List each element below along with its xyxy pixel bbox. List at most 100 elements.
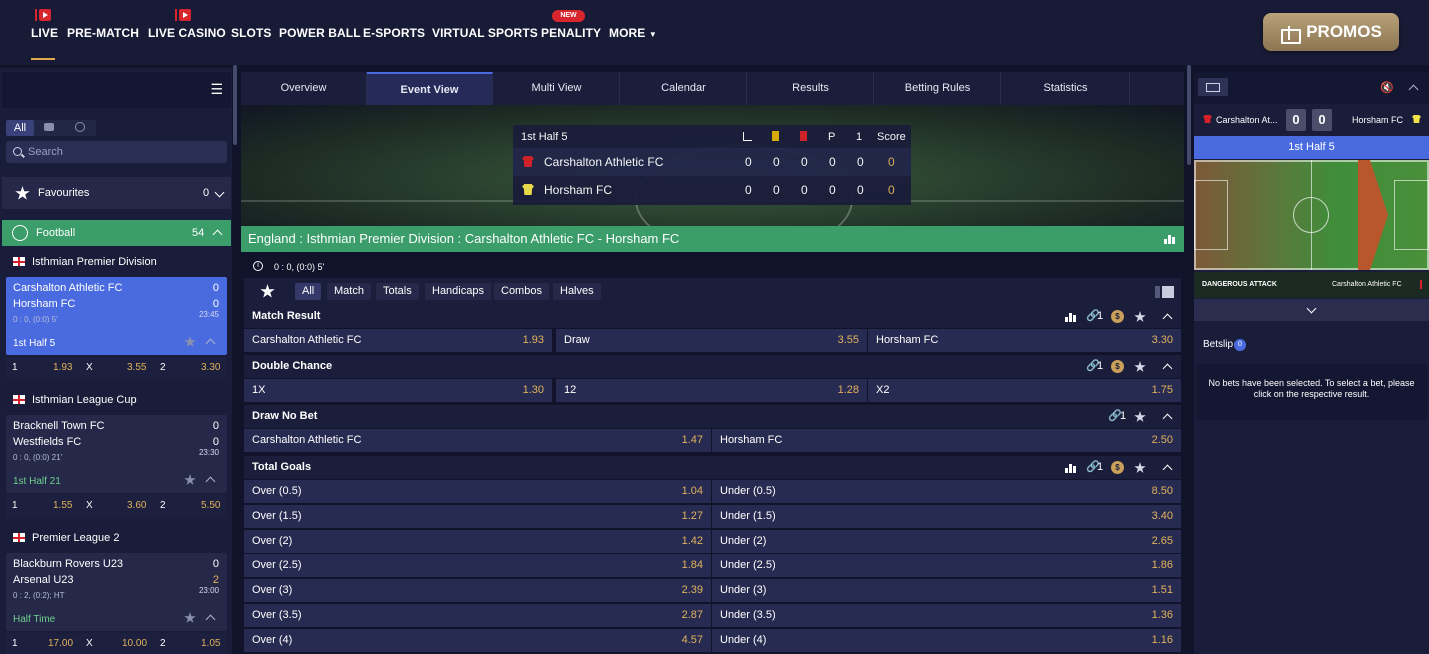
odds-cell[interactable]: Over (2.5) 1.84 <box>244 554 711 578</box>
market-header[interactable]: Double Chance 🔗 1 $ <box>244 355 1181 378</box>
filter-all[interactable]: All <box>6 120 34 136</box>
chevron-up-icon[interactable] <box>1408 84 1419 95</box>
search-input[interactable]: Search <box>6 141 227 163</box>
tab-multi-view[interactable]: Multi View <box>494 72 620 105</box>
odds-cell[interactable]: Horsham FC 3.30 <box>868 329 1181 352</box>
market-header[interactable]: Total Goals 🔗 1 $ <box>244 456 1181 479</box>
favourite-star-icon[interactable] <box>184 336 196 347</box>
odds-value[interactable]: 17.00 <box>48 638 73 649</box>
layout-toggle-icon[interactable] <box>1155 286 1160 298</box>
league-header[interactable]: Premier League 2 <box>2 526 231 550</box>
chevron-up-icon[interactable] <box>205 338 216 349</box>
odds-cell[interactable]: Under (1.5) 3.40 <box>712 504 1181 528</box>
tab-calendar[interactable]: Calendar <box>621 72 747 105</box>
match-card-selected[interactable]: Carshalton Athletic FC 0 Horsham FC 0 0 … <box>6 277 227 355</box>
layout-toggle-icon[interactable] <box>1162 286 1174 298</box>
video-filter-icon[interactable] <box>44 123 54 131</box>
favourite-star-icon[interactable] <box>1134 311 1146 322</box>
outcome-odds: 3.55 <box>837 334 859 346</box>
favourite-star-icon[interactable] <box>1134 411 1146 422</box>
odds-cell[interactable]: Under (2) 2.65 <box>712 529 1181 553</box>
tab-event-view[interactable]: Event View <box>367 72 493 105</box>
chevron-up-icon[interactable] <box>1162 413 1173 424</box>
market-tab-all[interactable]: All <box>295 283 322 300</box>
betslip-header[interactable]: Betslip 0 <box>1194 331 1429 359</box>
market-tab-totals[interactable]: Totals <box>376 283 419 300</box>
odds-value[interactable]: 3.55 <box>127 362 146 373</box>
odds-cell[interactable]: Under (2.5) 1.86 <box>712 554 1181 578</box>
odds-cell[interactable]: Under (3.5) 1.36 <box>712 604 1181 627</box>
tracker-expand[interactable] <box>1194 299 1429 321</box>
market-tab-match[interactable]: Match <box>327 283 371 300</box>
market-tab-halves[interactable]: Halves <box>553 283 601 300</box>
odds-cell[interactable]: Horsham FC 2.50 <box>712 429 1181 452</box>
mute-icon[interactable]: 🔇 <box>1380 81 1394 94</box>
favourites-filter-icon[interactable] <box>260 284 275 298</box>
odds-cell[interactable]: Over (3.5) 2.87 <box>244 604 711 627</box>
nav-e-sports[interactable]: E-SPORTS <box>363 26 425 40</box>
statistics-icon[interactable] <box>1164 235 1176 244</box>
odds-cell[interactable]: X2 1.75 <box>868 379 1181 402</box>
chevron-up-icon[interactable] <box>205 476 216 487</box>
tab-results[interactable]: Results <box>748 72 874 105</box>
odds-value[interactable]: 1.93 <box>53 362 72 373</box>
nav-more[interactable]: MORE ▼ <box>609 26 657 40</box>
market-header[interactable]: Match Result 🔗 1 $ <box>244 305 1181 328</box>
market-tab-handicaps[interactable]: Handicaps <box>425 283 491 300</box>
odds-value[interactable]: 1.55 <box>53 500 72 511</box>
chevron-up-icon[interactable] <box>1162 313 1173 324</box>
odds-cell[interactable]: 12 1.28 <box>556 379 867 402</box>
market-header[interactable]: Draw No Bet 🔗 1 <box>244 405 1181 428</box>
odds-cell[interactable]: Over (4) 4.57 <box>244 628 711 652</box>
favourite-star-icon[interactable] <box>184 612 196 623</box>
odds-cell[interactable]: Under (3) 1.51 <box>712 579 1181 603</box>
favourite-star-icon[interactable] <box>1134 462 1146 473</box>
odds-cell[interactable]: Carshalton Athletic FC 1.47 <box>244 429 711 452</box>
chevron-up-icon[interactable] <box>1162 363 1173 374</box>
odds-cell[interactable]: 1X 1.30 <box>244 379 552 402</box>
nav-slots[interactable]: SLOTS <box>231 26 272 40</box>
tab-statistics[interactable]: Statistics <box>1002 72 1130 105</box>
center-scrollbar[interactable] <box>1187 65 1191 165</box>
promos-button[interactable]: PROMOS <box>1263 13 1399 51</box>
nav-live-casino[interactable]: LIVE CASINO <box>148 26 226 40</box>
sidebar-scrollbar[interactable] <box>233 65 237 145</box>
league-header[interactable]: Isthmian Premier Division <box>2 250 231 274</box>
odds-cell[interactable]: Carshalton Athletic FC 1.93 <box>244 329 552 352</box>
odds-value[interactable]: 10.00 <box>122 638 147 649</box>
nav-pre-match[interactable]: PRE-MATCH <box>67 26 139 40</box>
chevron-up-icon[interactable] <box>205 614 216 625</box>
market-tab-combos[interactable]: Combos <box>494 283 549 300</box>
league-header[interactable]: Isthmian League Cup <box>2 388 231 412</box>
collapse-sidebar-icon[interactable]: ☰ <box>210 82 223 96</box>
odds-cell[interactable]: Under (4) 1.16 <box>712 628 1181 652</box>
nav-live[interactable]: LIVE <box>31 26 58 40</box>
favourite-star-icon[interactable] <box>184 474 196 485</box>
sport-football-header[interactable]: Football 54 <box>2 220 231 246</box>
odds-value[interactable]: 3.30 <box>201 362 220 373</box>
tab-betting-rules[interactable]: Betting Rules <box>875 72 1001 105</box>
odds-cell[interactable]: Draw 3.55 <box>556 329 867 352</box>
favourite-star-icon[interactable] <box>1134 361 1146 372</box>
statistics-icon[interactable] <box>1065 464 1077 473</box>
odds-cell[interactable]: Over (0.5) 1.04 <box>244 480 711 503</box>
globe-filter-icon[interactable] <box>75 122 85 132</box>
statistics-icon[interactable] <box>1065 313 1077 322</box>
odds-cell[interactable]: Over (3) 2.39 <box>244 579 711 603</box>
match-card[interactable]: Blackburn Rovers U23 0 Arsenal U23 2 0 :… <box>6 553 227 631</box>
odds-value[interactable]: 5.50 <box>201 500 220 511</box>
odds-cell[interactable]: Over (1.5) 1.27 <box>244 504 711 528</box>
chevron-up-icon[interactable] <box>212 229 223 240</box>
match-card[interactable]: Bracknell Town FC 0 Westfields FC 0 0 : … <box>6 415 227 493</box>
chevron-up-icon[interactable] <box>1162 464 1173 475</box>
market-tabs: All Match Totals Handicaps Combos Halves <box>244 278 1181 305</box>
nav-power-ball[interactable]: POWER BALL <box>279 26 361 40</box>
favourites-row[interactable]: Favourites 0 <box>2 177 231 209</box>
nav-virtual-sports[interactable]: VIRTUAL SPORTS <box>432 26 538 40</box>
odds-cell[interactable]: Under (0.5) 8.50 <box>712 480 1181 503</box>
tab-overview[interactable]: Overview <box>241 72 367 105</box>
nav-penality[interactable]: PENALITY <box>541 26 601 40</box>
odds-value[interactable]: 3.60 <box>127 500 146 511</box>
odds-value[interactable]: 1.05 <box>201 638 220 649</box>
odds-cell[interactable]: Over (2) 1.42 <box>244 529 711 553</box>
